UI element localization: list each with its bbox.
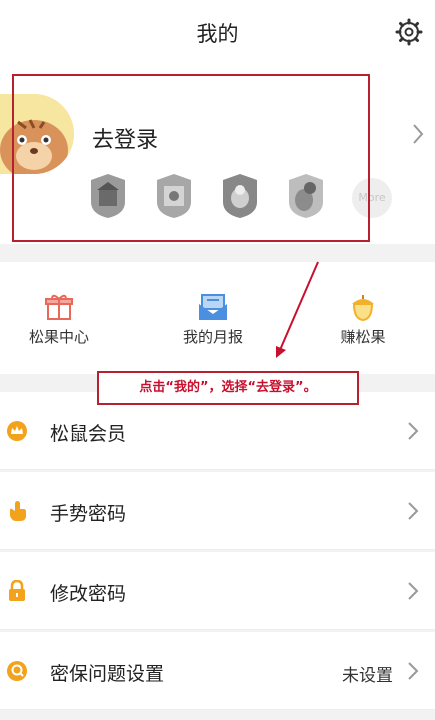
chevron-right-icon[interactable] bbox=[411, 122, 425, 146]
chevron-right-icon bbox=[408, 662, 419, 680]
list-item-label: 手势密码 bbox=[50, 503, 127, 525]
quick-action-songguo-center[interactable]: 松果中心 bbox=[4, 292, 114, 347]
crown-icon bbox=[7, 421, 27, 441]
annotation-label: 点击“我的”，选择“去登录”。 bbox=[97, 371, 359, 405]
top-bar: 我的 bbox=[0, 0, 435, 64]
quick-action-label: 松果中心 bbox=[28, 328, 89, 346]
quick-action-monthly-report[interactable]: 我的月报 bbox=[158, 292, 268, 347]
list-item-label: 修改密码 bbox=[50, 583, 127, 605]
login-highlight-box bbox=[12, 74, 370, 242]
acorn-icon bbox=[352, 295, 374, 322]
quick-action-label: 赚松果 bbox=[340, 328, 386, 346]
hand-pointer-icon bbox=[10, 501, 26, 521]
chevron-right-icon bbox=[408, 422, 419, 440]
quick-action-earn-songguo[interactable]: 赚松果 bbox=[308, 292, 418, 347]
quick-actions: 松果中心 我的月报 赚松果 bbox=[0, 262, 435, 374]
quick-action-label: 我的月报 bbox=[182, 328, 243, 346]
mail-report-icon bbox=[199, 294, 227, 320]
list-item-change-password[interactable]: 修改密码 bbox=[0, 552, 435, 630]
chevron-right-icon bbox=[408, 502, 419, 520]
list-item-security-question[interactable]: 密保问题设置 未设置 bbox=[0, 632, 435, 710]
list-item-label: 松鼠会员 bbox=[50, 423, 127, 445]
chevron-right-icon bbox=[408, 582, 419, 600]
security-question-icon bbox=[7, 661, 27, 681]
gear-icon[interactable] bbox=[395, 18, 423, 46]
list-item-gesture-password[interactable]: 手势密码 bbox=[0, 472, 435, 550]
lock-icon bbox=[9, 580, 25, 601]
gift-box-icon bbox=[45, 294, 73, 320]
list-item-label: 密保问题设置 bbox=[50, 663, 165, 685]
page-title: 我的 bbox=[196, 22, 239, 46]
list-item-value: 未设置 bbox=[342, 666, 393, 686]
